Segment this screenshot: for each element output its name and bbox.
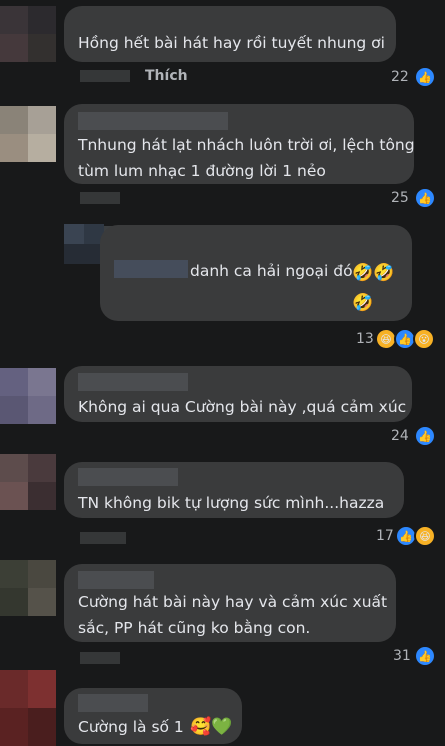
like-reaction-icon[interactable]: 👍 [414, 645, 436, 667]
comment-text: Tnhung hát lạt nhách luôn trời ơi, lệch … [78, 136, 415, 180]
like-reaction-icon[interactable]: 👍 [414, 187, 436, 209]
avatar[interactable] [0, 454, 56, 510]
avatar[interactable] [0, 670, 56, 746]
wow-reaction-icon[interactable]: 😮 [413, 328, 435, 350]
commenter-name[interactable] [78, 468, 178, 486]
commenter-name[interactable] [78, 694, 148, 712]
haha-reaction-icon[interactable]: 😆 [414, 525, 436, 547]
avatar[interactable] [0, 6, 56, 62]
avatar[interactable] [64, 224, 104, 264]
comment-emoji: 🥰💚 [190, 717, 233, 737]
comment-text: danh ca hải ngoại đó [190, 262, 353, 280]
reaction-count[interactable]: 24 [391, 428, 409, 444]
action-blur [80, 192, 120, 204]
avatar[interactable] [0, 368, 56, 424]
like-reaction-icon[interactable]: 👍 [414, 66, 436, 88]
comment-text: Cường hát bài này hay và cảm xúc xuất sắ… [78, 593, 388, 637]
comment-text: Không ai qua Cường bài này ,quá cảm xúc [78, 398, 407, 416]
mention-tag[interactable] [114, 260, 188, 278]
reaction-count[interactable]: 22 [391, 69, 409, 85]
comment-text: Cường là số 1 [78, 718, 184, 736]
commenter-name[interactable] [78, 571, 154, 589]
like-reaction-icon[interactable]: 👍 [414, 425, 436, 447]
reaction-count[interactable]: 31 [393, 648, 411, 664]
like-button[interactable]: Thích [145, 68, 188, 84]
comment-text: TN không bik tự lượng sức mình...hazza [78, 494, 385, 512]
commenter-name[interactable] [78, 373, 188, 391]
action-blur [80, 70, 130, 82]
avatar[interactable] [0, 106, 56, 162]
avatar[interactable] [0, 560, 56, 616]
action-blur [80, 532, 126, 544]
reaction-count[interactable]: 17 [376, 528, 394, 544]
reaction-count[interactable]: 13 [356, 331, 374, 347]
action-blur [80, 652, 120, 664]
commenter-name[interactable] [78, 112, 228, 130]
comment-emoji: 🤣🤣 🤣 [352, 263, 395, 313]
comment-text: Hồng hết bài hát hay rồi tuyết nhung ơi [78, 34, 385, 52]
reaction-count[interactable]: 25 [391, 190, 409, 206]
